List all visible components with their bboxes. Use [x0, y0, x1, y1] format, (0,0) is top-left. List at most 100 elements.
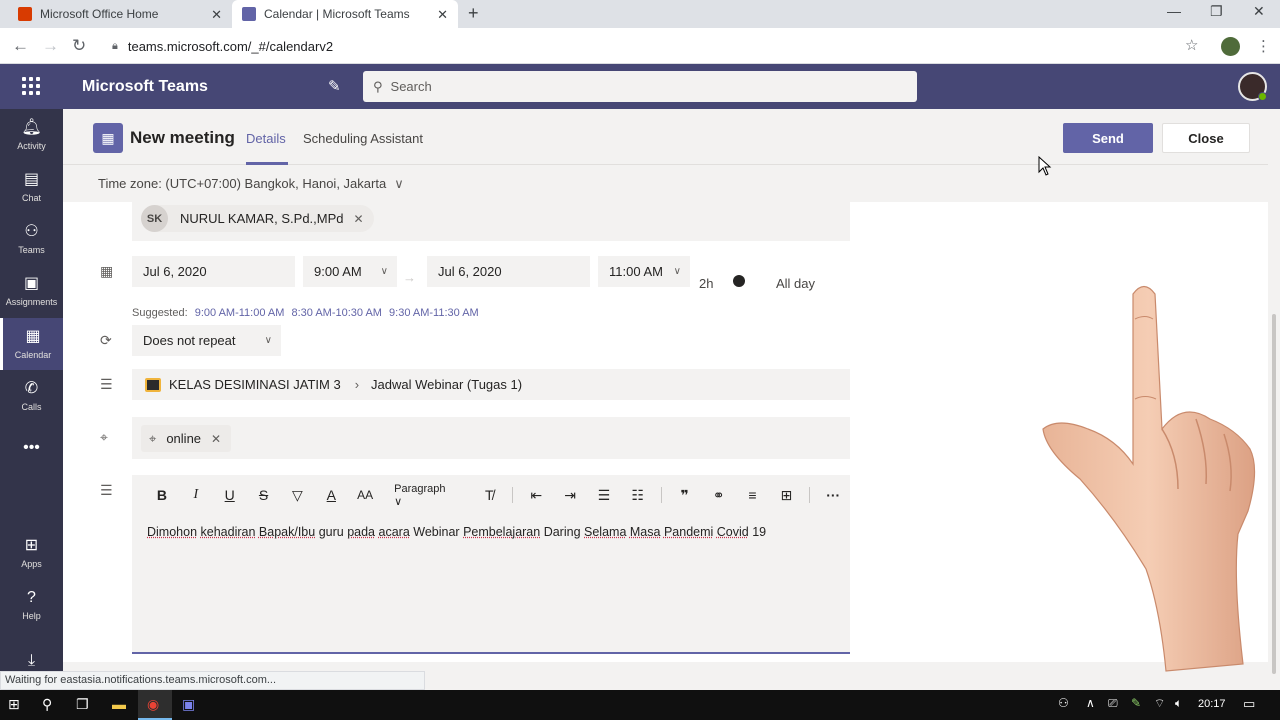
- team-icon: [145, 377, 161, 392]
- repeat-icon: ⟳: [100, 332, 112, 348]
- table-icon[interactable]: ⊞: [769, 487, 803, 504]
- font-size-icon[interactable]: AA: [348, 488, 382, 502]
- timezone-selector[interactable]: Time zone: (UTC+07:00) Bangkok, Hanoi, J…: [98, 176, 404, 192]
- channel-field[interactable]: KELAS DESIMINASI JATIM 3 › Jadwal Webina…: [132, 369, 850, 400]
- forward-icon[interactable]: →: [42, 36, 59, 56]
- wifi-icon[interactable]: ⌔: [1154, 696, 1165, 711]
- restore-icon[interactable]: ❐: [1210, 3, 1223, 20]
- search-input[interactable]: ⚲ Search: [363, 71, 917, 102]
- teams-taskbar-icon[interactable]: ▣: [182, 696, 195, 713]
- italic-icon[interactable]: I: [179, 487, 213, 503]
- close-tab-icon[interactable]: ✕: [211, 7, 222, 23]
- minimize-icon[interactable]: —: [1167, 3, 1181, 19]
- body-word: Dimohon: [147, 525, 198, 539]
- body-word: Daring: [543, 525, 581, 539]
- paragraph-select[interactable]: Paragraph ∨: [394, 483, 456, 508]
- chevron-up-icon[interactable]: ∧: [1086, 696, 1095, 710]
- quote-icon[interactable]: ❞: [668, 487, 702, 504]
- font-color-icon[interactable]: A: [314, 487, 348, 503]
- suggested-time-option[interactable]: 8:30 AM-10:30 AM: [291, 307, 382, 319]
- profile-avatar[interactable]: [1221, 37, 1240, 56]
- tab-teams-calendar[interactable]: Calendar | Microsoft Teams ✕: [232, 0, 458, 28]
- numbered-list-icon[interactable]: ☷: [621, 487, 655, 504]
- start-date-field[interactable]: Jul 6, 2020: [132, 256, 295, 287]
- network-icon[interactable]: ⎚: [1108, 696, 1118, 711]
- suggested-time-option[interactable]: 9:30 AM-11:30 AM: [389, 307, 479, 319]
- appbar-activity[interactable]: 🔔︎ Activity: [0, 109, 63, 161]
- appbar-calendar[interactable]: ▦ Calendar: [0, 318, 63, 370]
- horizontal-rule-icon[interactable]: ≡: [736, 487, 770, 503]
- windows-start-icon[interactable]: ⊞: [8, 696, 20, 713]
- all-day-toggle[interactable]: [729, 271, 767, 291]
- presence-available-icon: [1258, 92, 1267, 101]
- appbar-teams[interactable]: ⚇ Teams: [0, 213, 63, 265]
- help-icon: ?: [27, 589, 36, 606]
- body-word: pada: [347, 525, 376, 539]
- remove-location-icon[interactable]: ✕: [211, 432, 221, 446]
- increase-indent-icon[interactable]: ⇥: [553, 487, 587, 504]
- task-view-icon[interactable]: ❐: [76, 696, 89, 713]
- close-tab-icon[interactable]: ✕: [437, 7, 448, 23]
- more-options-icon[interactable]: ···: [816, 487, 850, 503]
- people-icon[interactable]: ⚇: [1058, 696, 1069, 710]
- search-icon: ⚲: [373, 78, 383, 94]
- highlight-icon[interactable]: ▽: [281, 487, 315, 504]
- volume-icon[interactable]: 🔈︎: [1175, 696, 1182, 711]
- address-bar[interactable]: 🔒︎ teams.microsoft.com/_#/calendarv2: [104, 32, 1210, 60]
- taskbar-clock[interactable]: 20:17: [1198, 698, 1226, 710]
- tab-details[interactable]: Details: [246, 131, 286, 146]
- back-icon[interactable]: ←: [12, 36, 29, 56]
- send-button[interactable]: Send: [1063, 123, 1153, 153]
- chevron-down-icon: ∨: [380, 266, 388, 277]
- appbar-chat[interactable]: ▤ Chat: [0, 161, 63, 213]
- bulleted-list-icon[interactable]: ☰: [587, 487, 621, 504]
- new-tab-icon[interactable]: +: [468, 3, 479, 24]
- toolbar-divider: [809, 487, 811, 503]
- appbar-calls[interactable]: ✆ Calls: [0, 370, 63, 422]
- underline-icon[interactable]: U: [213, 487, 247, 503]
- appbar-help[interactable]: ? Help: [0, 579, 63, 631]
- appbar-assignments[interactable]: ▣ Assignments: [0, 265, 63, 317]
- new-chat-icon[interactable]: ✎: [328, 77, 341, 95]
- meeting-details-editor[interactable]: B I U S ▽ A AA Paragraph ∨ T̸ ⇤ ⇥ ☰ ☷ ❞ …: [132, 475, 850, 654]
- window-close-icon[interactable]: ✕: [1253, 3, 1265, 20]
- bookmark-star-icon[interactable]: ☆: [1185, 36, 1198, 54]
- bold-icon[interactable]: B: [145, 487, 179, 503]
- lock-icon: 🔒︎: [112, 39, 118, 52]
- end-date-field[interactable]: Jul 6, 2020: [427, 256, 590, 287]
- tab-office-home[interactable]: Microsoft Office Home ✕: [8, 0, 232, 28]
- apps-icon: ⊞: [24, 537, 39, 554]
- tab-scheduling-assistant[interactable]: Scheduling Assistant: [303, 131, 423, 146]
- appbar-label: Chat: [21, 193, 41, 203]
- teams-header: Microsoft Teams ✎ ⚲ Search: [0, 64, 1280, 109]
- appbar-more[interactable]: •••: [0, 422, 63, 474]
- appbar-label: Apps: [21, 559, 42, 569]
- app-launcher-icon[interactable]: [22, 77, 40, 95]
- end-time-select[interactable]: 11:00 AM ∨: [598, 256, 690, 287]
- meeting-body-text[interactable]: Dimohon kehadiran Bapak/Ibu guru pada ac…: [147, 525, 766, 539]
- suggested-time-option[interactable]: 9:00 AM-11:00 AM: [195, 307, 285, 319]
- pen-icon[interactable]: ✎: [1131, 696, 1141, 710]
- user-avatar[interactable]: [1238, 72, 1267, 101]
- attendees-field[interactable]: SK NURUL KAMAR, S.Pd.,MPd ✕: [132, 202, 850, 241]
- file-explorer-icon[interactable]: ▬: [112, 696, 126, 712]
- reload-icon[interactable]: ↻: [72, 36, 86, 56]
- repeat-select[interactable]: Does not repeat ∨: [132, 325, 281, 356]
- search-icon[interactable]: ⚲: [42, 696, 52, 713]
- strikethrough-icon[interactable]: S: [247, 487, 281, 503]
- link-icon[interactable]: ⚭: [702, 487, 736, 504]
- clear-formatting-icon[interactable]: T̸: [472, 487, 506, 503]
- notifications-icon[interactable]: ▭: [1243, 696, 1255, 712]
- remove-attendee-icon[interactable]: ✕: [354, 212, 364, 226]
- location-field[interactable]: ⌖ online ✕: [132, 417, 850, 459]
- scrollbar-thumb[interactable]: [1272, 314, 1276, 674]
- chrome-icon[interactable]: ◉: [147, 696, 159, 713]
- appbar-label: Help: [22, 611, 41, 621]
- end-time-value: 11:00 AM: [609, 264, 663, 279]
- start-time-select[interactable]: 9:00 AM ∨: [303, 256, 397, 287]
- decrease-indent-icon[interactable]: ⇤: [519, 487, 553, 504]
- close-button[interactable]: Close: [1162, 123, 1250, 153]
- browser-menu-icon[interactable]: ⋮: [1256, 37, 1271, 55]
- appbar-apps[interactable]: ⊞ Apps: [0, 527, 63, 579]
- all-day-label: All day: [776, 276, 816, 291]
